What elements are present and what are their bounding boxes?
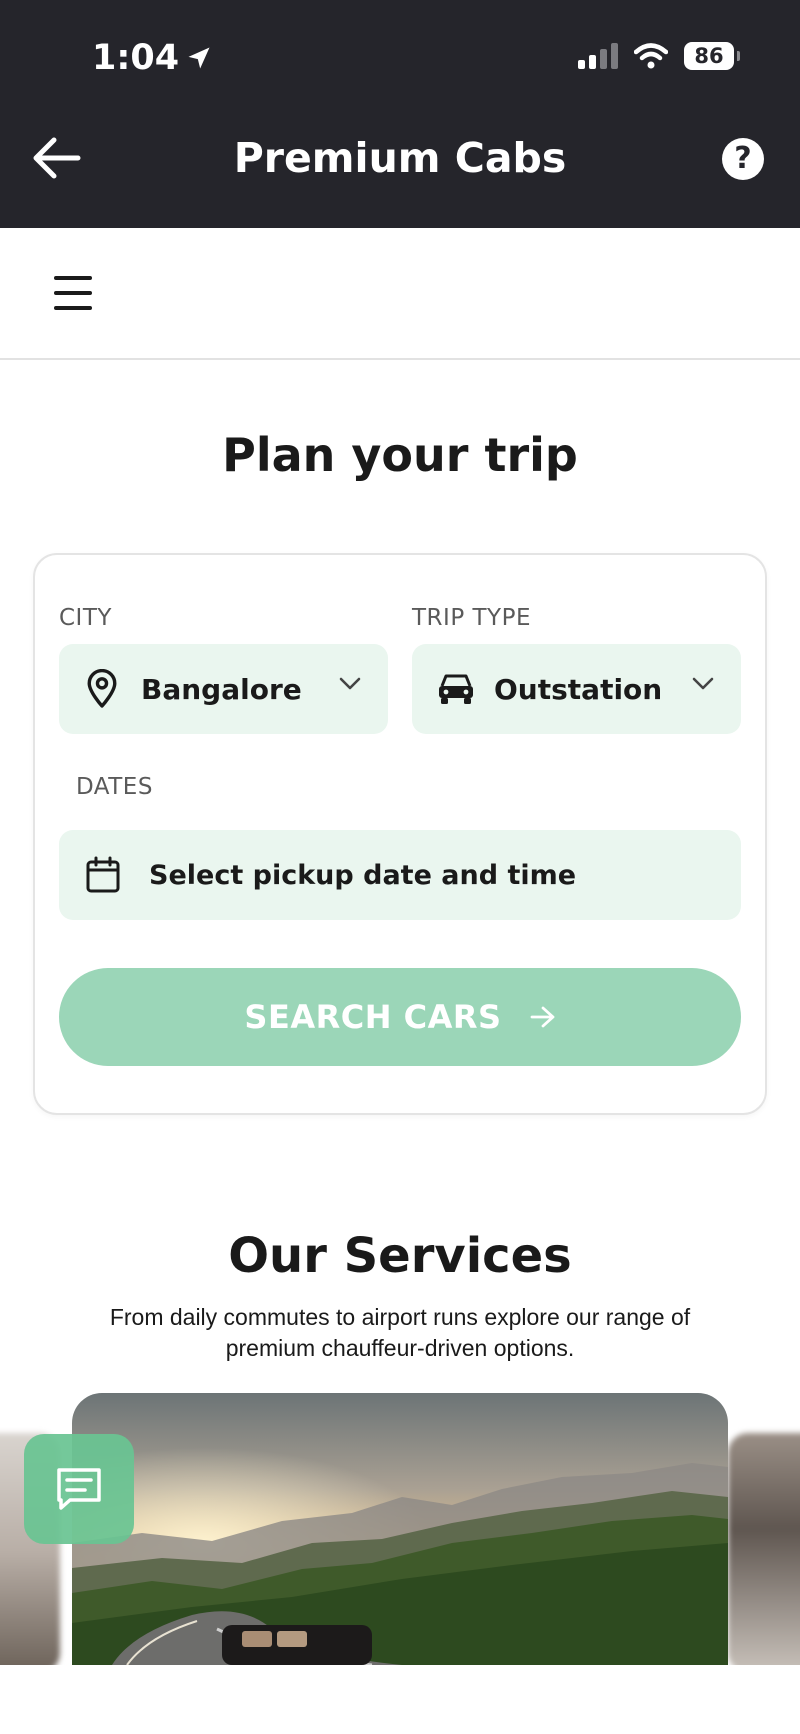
search-cars-label: SEARCH CARS <box>244 998 502 1036</box>
next-slide-image[interactable] <box>728 1433 800 1665</box>
chat-message-icon <box>57 1468 101 1510</box>
location-arrow-icon <box>188 47 210 69</box>
app-header: 1:04 86 Premium Cabs ? <box>0 0 800 228</box>
chevron-down-icon <box>692 677 714 690</box>
calendar-icon <box>86 856 120 893</box>
app-title: Premium Cabs <box>233 134 567 182</box>
battery-indicator: 86 <box>684 42 740 70</box>
cellular-signal-icon <box>578 43 618 69</box>
status-time-text: 1:04 <box>92 38 180 78</box>
nav-bar <box>0 228 800 360</box>
city-select[interactable]: Bangalore <box>59 644 388 734</box>
chat-button[interactable] <box>24 1434 134 1544</box>
city-label: CITY <box>59 605 112 631</box>
city-value: Bangalore <box>141 672 302 706</box>
page-title: Plan your trip <box>222 428 578 482</box>
hamburger-menu-icon[interactable] <box>54 276 92 310</box>
map-pin-icon <box>87 669 117 708</box>
battery-level: 86 <box>694 44 724 68</box>
trip-form-card: CITY Bangalore TRIP TYPE Outstation DATE… <box>33 553 767 1115</box>
trip-type-value: Outstation <box>494 672 663 706</box>
wifi-icon <box>634 43 668 69</box>
search-cars-button[interactable]: SEARCH CARS <box>59 968 741 1066</box>
status-indicators: 86 <box>578 42 740 70</box>
help-circle-icon[interactable]: ? <box>722 138 764 180</box>
trip-type-label: TRIP TYPE <box>412 605 531 631</box>
status-time: 1:04 <box>92 38 213 78</box>
arrow-right-icon <box>530 1006 554 1028</box>
bottom-safe-area <box>0 1665 800 1734</box>
services-title: Our Services <box>228 1228 572 1284</box>
trip-type-select[interactable]: Outstation <box>412 644 741 734</box>
car-icon <box>439 674 473 704</box>
pickup-date-placeholder: Select pickup date and time <box>149 859 577 891</box>
chevron-down-icon <box>339 677 361 690</box>
outstation-service-image[interactable] <box>72 1393 728 1665</box>
pickup-date-field[interactable]: Select pickup date and time <box>59 830 741 920</box>
services-subtitle: From daily commutes to airport runs expl… <box>109 1304 691 1361</box>
dates-label: DATES <box>76 774 153 800</box>
